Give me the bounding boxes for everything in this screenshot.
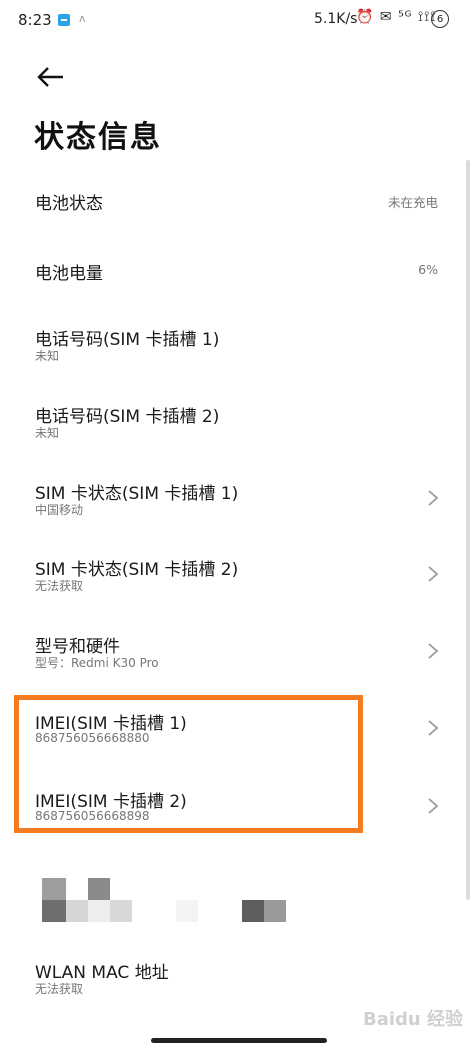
status-time: 8:23	[18, 11, 52, 29]
list-item-subtitle: 无法获取	[35, 982, 84, 996]
arrow-left-icon	[37, 67, 63, 87]
list-item-sim-status-slot-1[interactable]: SIM 卡状态(SIM 卡插槽 1) 中国移动	[0, 474, 462, 524]
home-indicator[interactable]	[151, 1038, 327, 1043]
chevron-right-icon	[428, 566, 439, 582]
list-item-subtitle: 型号：Redmi K30 Pro	[35, 656, 159, 670]
page-title: 状态信息	[34, 120, 162, 155]
list-item-battery-status[interactable]: 电池状态 未在充电	[0, 180, 462, 220]
chevron-right-icon	[428, 798, 439, 814]
status-icons: ⏰ ✉ ⁵ᴳ ⟟⟟⟟	[356, 9, 437, 25]
list-item-subtitle: 中国移动	[35, 503, 84, 517]
list-item-sim-status-slot-2[interactable]: SIM 卡状态(SIM 卡插槽 2) 无法获取	[0, 550, 462, 600]
list-item-phone-number-slot-1[interactable]: 电话号码(SIM 卡插槽 1) 未知	[0, 320, 462, 370]
list-item-subtitle: 未知	[35, 349, 60, 363]
scrollbar[interactable]	[466, 160, 470, 900]
notification-indicator: ʌ	[79, 12, 86, 25]
list-item-value: 6%	[418, 262, 438, 277]
list-item-model-hardware[interactable]: 型号和硬件 型号：Redmi K30 Pro	[0, 627, 462, 677]
battery-icon: 6	[431, 10, 449, 28]
chevron-right-icon	[428, 720, 439, 736]
list-item-value: 未在充电	[387, 195, 438, 210]
list-item-label: 电池状态	[35, 194, 103, 214]
notification-app-icon	[58, 14, 70, 26]
list-item-battery-level[interactable]: 电池电量 6%	[0, 250, 462, 290]
list-item-wlan-mac[interactable]: WLAN MAC 地址 无法获取	[0, 953, 462, 1003]
list-item-label: 电话号码(SIM 卡插槽 2)	[35, 407, 220, 427]
highlight-box	[14, 695, 363, 833]
list-item-subtitle: 无法获取	[35, 579, 84, 593]
list-item-label: 电话号码(SIM 卡插槽 1)	[35, 330, 220, 350]
list-item-phone-number-slot-2[interactable]: 电话号码(SIM 卡插槽 2) 未知	[0, 397, 462, 447]
watermark-text: Baidu 经验	[363, 1009, 464, 1030]
list-item-subtitle: 未知	[35, 426, 60, 440]
chevron-right-icon	[428, 490, 439, 506]
list-item-label: 电池电量	[35, 264, 103, 284]
back-button[interactable]	[36, 62, 66, 92]
status-bar: 8:23 ʌ 5.1K/s ⏰ ✉ ⁵ᴳ ⟟⟟⟟ 6	[0, 0, 475, 40]
network-speed: 5.1K/s	[314, 11, 358, 27]
chevron-right-icon	[428, 643, 439, 659]
